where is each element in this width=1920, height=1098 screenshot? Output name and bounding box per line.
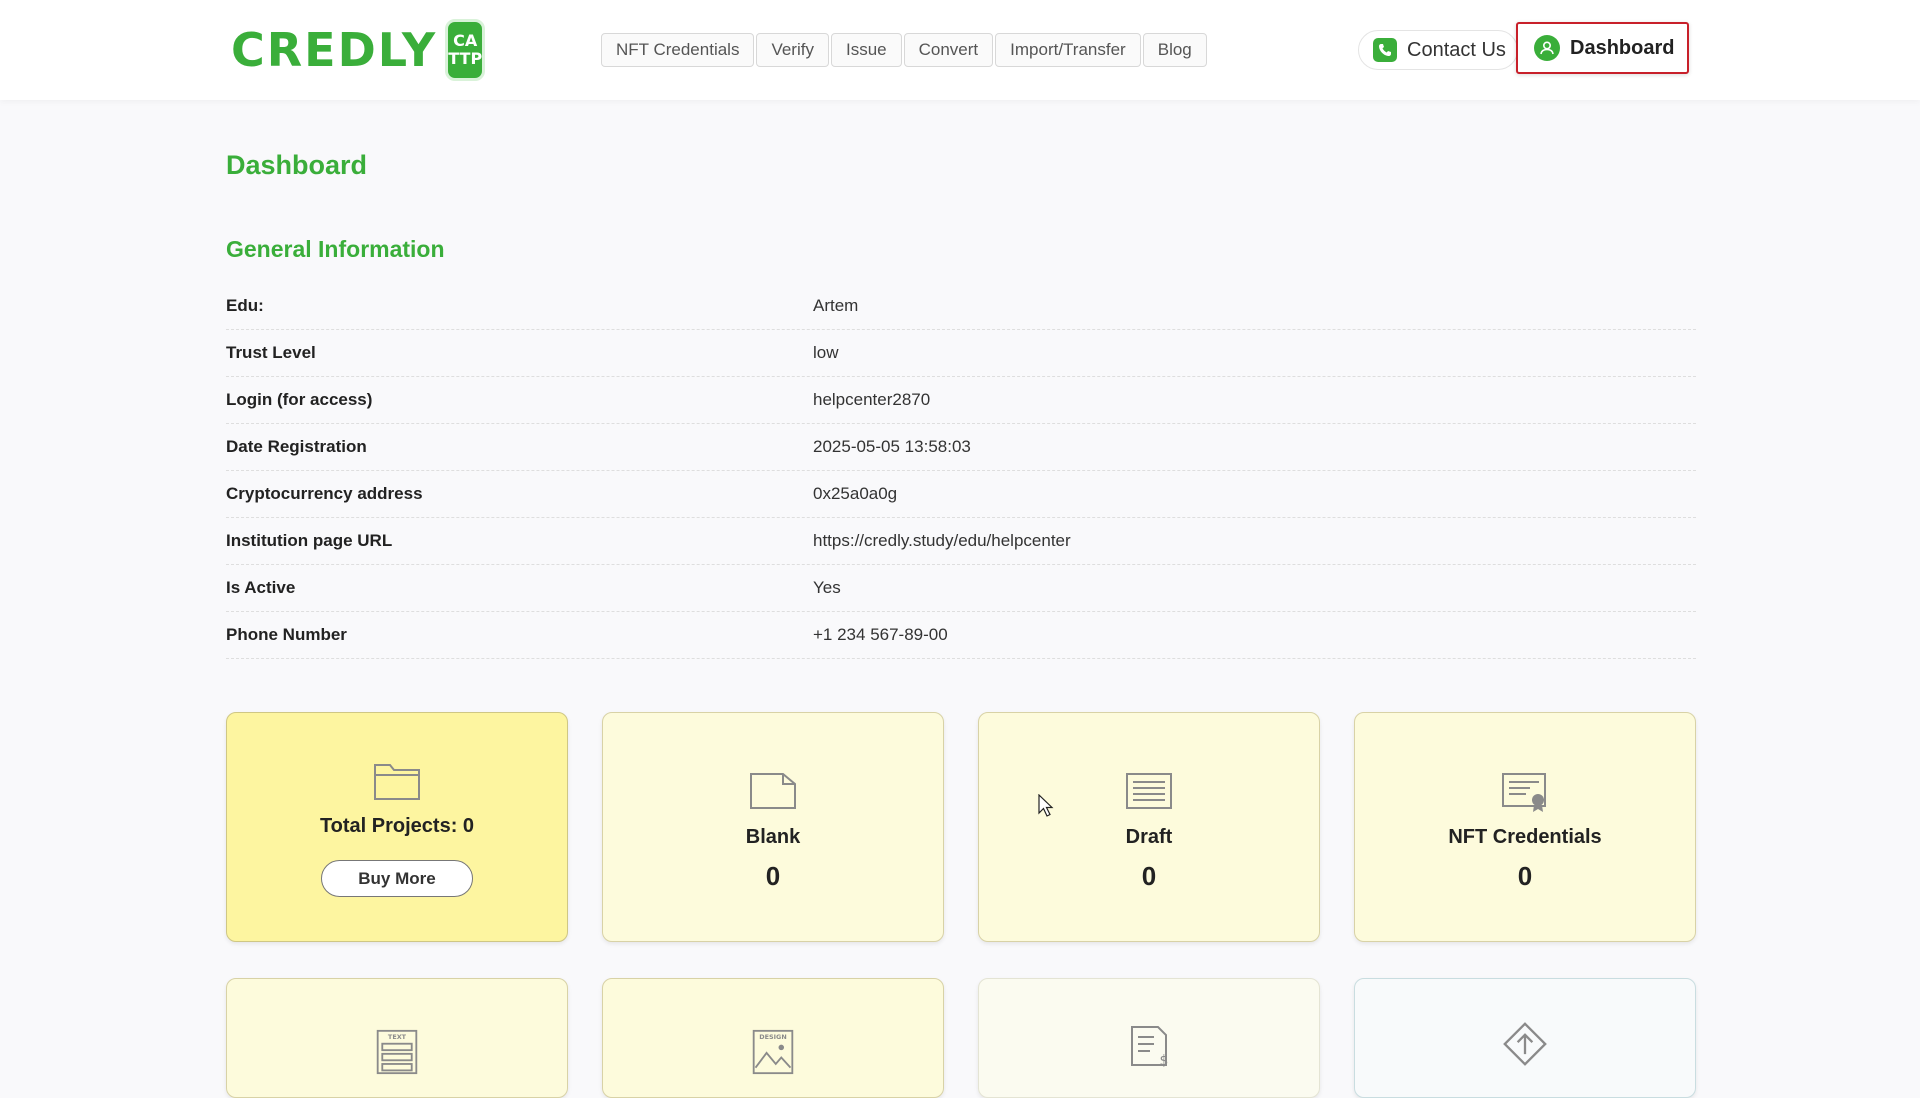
info-row: Cryptocurrency address 0x25a0a0g bbox=[226, 471, 1696, 518]
credly-logo[interactable]: CREDLY CA TTP bbox=[225, 8, 486, 92]
nft-credentials-count: 0 bbox=[1517, 861, 1533, 891]
info-value: Artem bbox=[813, 296, 859, 315]
main-nav: NFT Credentials Verify Issue Convert Imp… bbox=[601, 33, 1207, 67]
buy-more-button[interactable]: Buy More bbox=[321, 860, 473, 897]
svg-text:DESIGN: DESIGN bbox=[759, 1033, 786, 1041]
design-template-card[interactable]: DESIGN bbox=[602, 978, 944, 1098]
svg-text:$: $ bbox=[1160, 1053, 1169, 1069]
certificate-icon bbox=[1502, 773, 1546, 812]
invoice-card[interactable]: $ bbox=[978, 978, 1320, 1098]
institution-url-link[interactable]: https://credly.study/edu/helpcenter bbox=[813, 531, 1071, 551]
info-value: Yes bbox=[813, 578, 841, 597]
info-row: Phone Number +1 234 567-89-00 bbox=[226, 612, 1696, 659]
total-projects-card: Total Projects: 0 Buy More bbox=[226, 712, 568, 942]
info-row: Trust Level low bbox=[226, 330, 1696, 377]
info-label: Edu: bbox=[226, 296, 264, 315]
contact-us-label: Contact Us bbox=[1407, 38, 1506, 61]
info-label: Login (for access) bbox=[226, 390, 373, 409]
svg-text:TEXT: TEXT bbox=[388, 1033, 407, 1041]
invoice-icon: $ bbox=[1131, 1026, 1169, 1069]
nav-blog[interactable]: Blog bbox=[1142, 33, 1207, 67]
phone-icon bbox=[1373, 38, 1397, 62]
total-projects-label: Total Projects: 0 bbox=[319, 815, 475, 837]
top-header: CREDLY CA TTP NFT Credentials Verify Iss… bbox=[0, 0, 1920, 100]
info-row: Edu: Artem bbox=[226, 283, 1696, 330]
dashboard-button[interactable]: Dashboard bbox=[1516, 22, 1689, 74]
blank-card[interactable]: Blank 0 bbox=[602, 712, 944, 942]
text-template-card[interactable]: TEXT bbox=[226, 978, 568, 1098]
info-label: Is Active bbox=[226, 578, 296, 597]
nft-credentials-card[interactable]: NFT Credentials 0 bbox=[1354, 712, 1696, 942]
info-label: Trust Level bbox=[226, 343, 316, 362]
nav-import-transfer[interactable]: Import/Transfer bbox=[995, 33, 1141, 67]
upload-card[interactable] bbox=[1354, 978, 1696, 1098]
info-label: Institution page URL bbox=[226, 531, 393, 550]
draft-count: 0 bbox=[1141, 861, 1157, 891]
general-info-table: Edu: Artem Trust Level low Login (for ac… bbox=[226, 283, 1696, 659]
document-lines-icon bbox=[1126, 773, 1172, 809]
info-value: 2025-05-05 13:58:03 bbox=[813, 437, 971, 456]
nav-nft-credentials[interactable]: NFT Credentials bbox=[601, 33, 755, 67]
design-image-icon: DESIGN bbox=[752, 1029, 794, 1075]
text-template-icon: TEXT bbox=[376, 1029, 418, 1075]
info-row: Institution page URL https://credly.stud… bbox=[226, 518, 1696, 565]
logo-text: CREDLY bbox=[231, 23, 438, 77]
dashboard-label: Dashboard bbox=[1570, 36, 1675, 59]
info-value: 0x25a0a0g bbox=[813, 484, 898, 503]
blank-count: 0 bbox=[765, 861, 781, 891]
info-row: Is Active Yes bbox=[226, 565, 1696, 612]
page-title: Dashboard bbox=[226, 150, 368, 180]
info-row: Login (for access) helpcenter2870 bbox=[226, 377, 1696, 424]
info-value: helpcenter2870 bbox=[813, 390, 931, 409]
nav-convert[interactable]: Convert bbox=[903, 33, 994, 67]
upload-diamond-icon bbox=[1503, 1022, 1547, 1066]
info-value: +1 234 567-89-00 bbox=[813, 625, 948, 644]
nav-verify[interactable]: Verify bbox=[756, 33, 829, 67]
info-row: Date Registration 2025-05-05 13:58:03 bbox=[226, 424, 1696, 471]
info-label: Date Registration bbox=[226, 437, 367, 456]
folder-icon bbox=[374, 764, 420, 800]
draft-label: Draft bbox=[1125, 826, 1173, 848]
mouse-cursor-icon bbox=[1038, 794, 1054, 817]
section-title: General Information bbox=[226, 236, 445, 262]
nft-credentials-label: NFT Credentials bbox=[1448, 826, 1602, 848]
user-icon bbox=[1534, 35, 1560, 61]
blank-label: Blank bbox=[745, 826, 801, 848]
contact-us-button[interactable]: Contact Us bbox=[1358, 30, 1518, 70]
blank-folder-icon bbox=[750, 773, 796, 809]
nav-issue[interactable]: Issue bbox=[830, 33, 902, 67]
logo-badge: CA TTP bbox=[445, 19, 486, 81]
info-value: low bbox=[813, 343, 839, 362]
info-label: Phone Number bbox=[226, 625, 347, 644]
draft-card[interactable]: Draft 0 bbox=[978, 712, 1320, 942]
info-label: Cryptocurrency address bbox=[226, 484, 423, 503]
